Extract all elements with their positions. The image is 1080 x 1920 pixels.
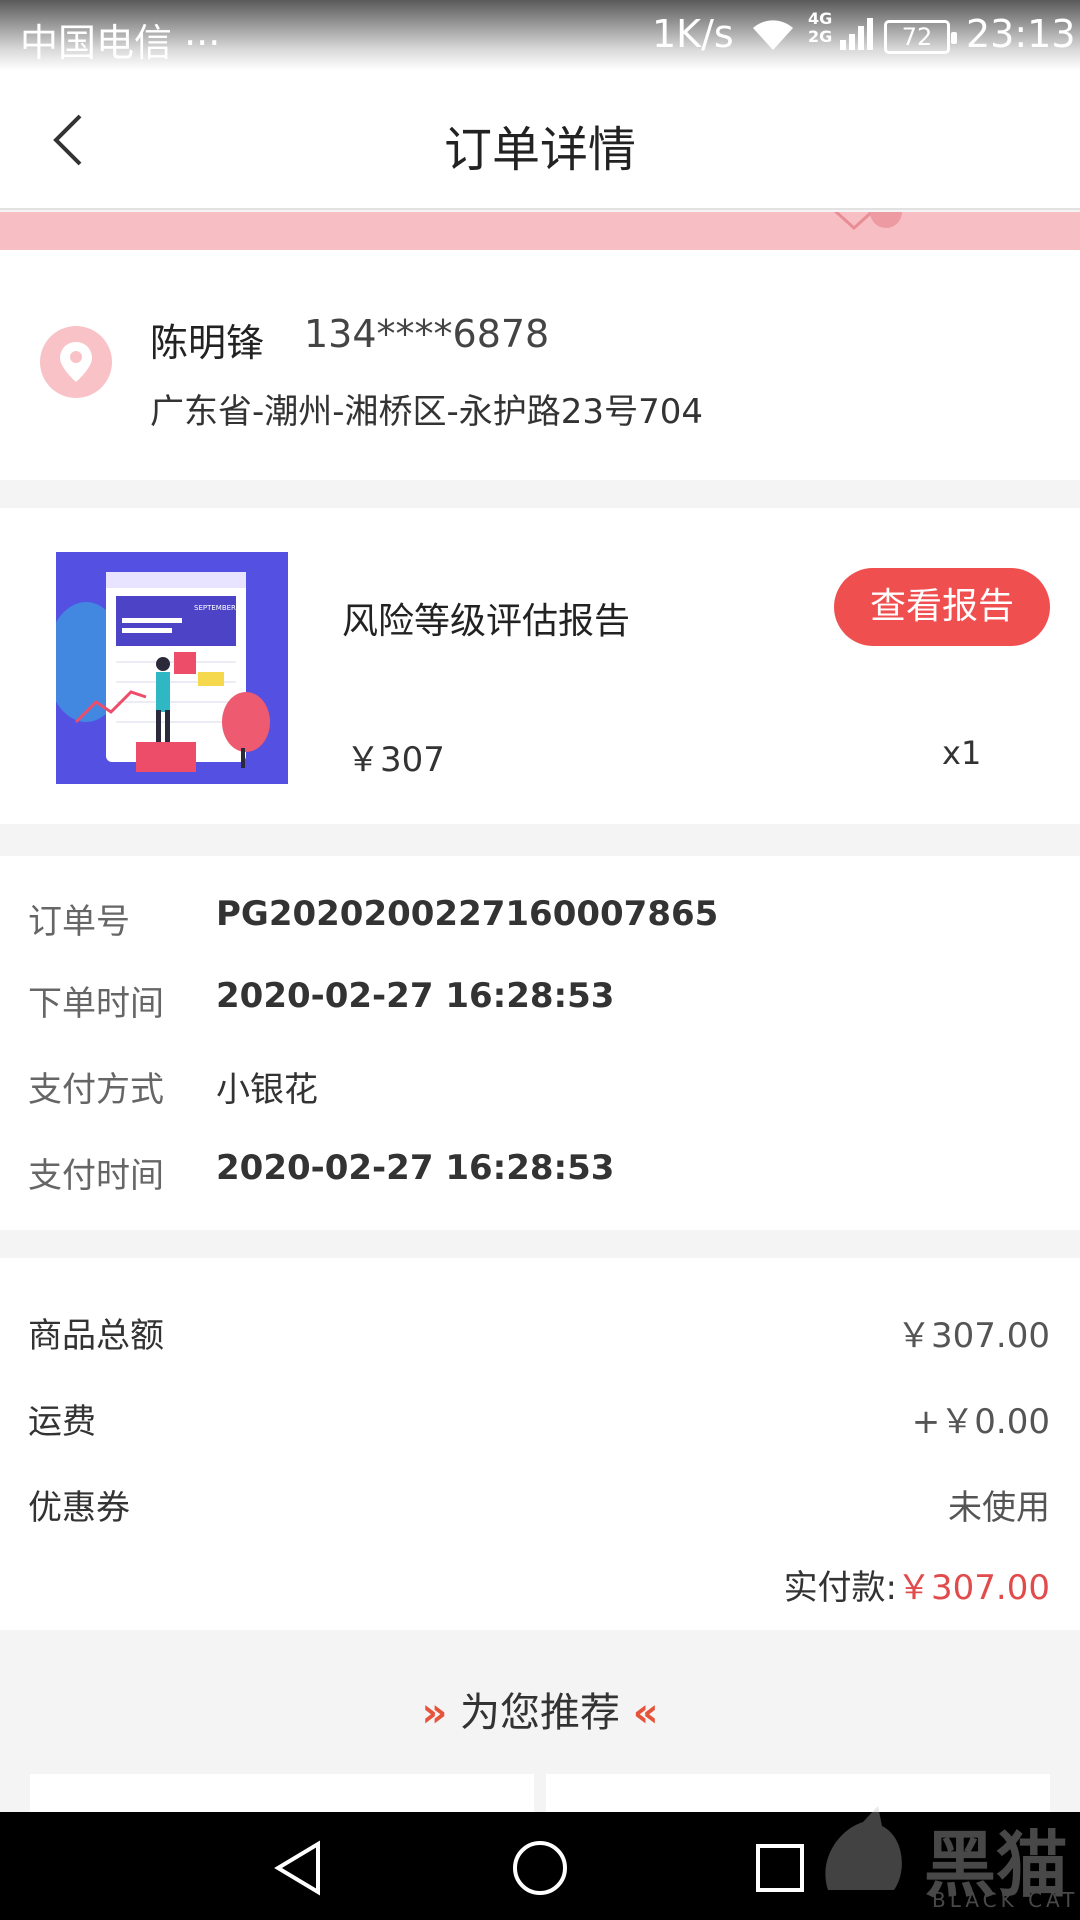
header: 订单详情 [0, 70, 1080, 210]
order-number-value[interactable]: PG2020200227160007865 [216, 894, 718, 934]
payment-time-value: 2020-02-27 16:28:53 [216, 1148, 615, 1188]
recommend-title: 为您推荐 [460, 1690, 620, 1736]
watermark: 黑猫 BLACK CAT [808, 1800, 1080, 1920]
product-price: ￥307 [346, 740, 445, 780]
receiver-address: 广东省-潮州-湘桥区-永护路23号704 [150, 392, 703, 432]
payment-method-value: 小银花 [216, 1070, 318, 1110]
double-chevron-right-icon: » [421, 1690, 448, 1736]
payment-method-row: 支付方式 小银花 [0, 1062, 1080, 1122]
shipping-value: +￥0.00 [911, 1402, 1050, 1442]
view-report-button[interactable]: 查看报告 [834, 568, 1050, 646]
order-info-section: 订单号 PG2020200227160007865 下单时间 2020-02-2… [0, 856, 1080, 1230]
clock: 23:13 [966, 12, 1076, 56]
product-thumbnail[interactable]: SEPTEMBER [56, 552, 288, 784]
watermark-subtext: BLACK CAT [932, 1888, 1079, 1912]
amount-label: 商品总额 [28, 1316, 164, 1356]
nav-home-icon[interactable] [508, 1836, 572, 1900]
info-label: 订单号 [28, 902, 130, 942]
info-label: 支付方式 [28, 1070, 164, 1110]
wifi-icon [753, 20, 793, 50]
recommend-heading: » 为您推荐 « [0, 1680, 1080, 1738]
nav-back-icon[interactable] [268, 1836, 332, 1900]
payment-time-row: 支付时间 2020-02-27 16:28:53 [0, 1148, 1080, 1208]
recommend-section: » 为您推荐 « [0, 1630, 1080, 1834]
thumb-word: SEPTEMBER [194, 604, 236, 612]
carrier-label: 中国电信 ··· [20, 21, 221, 65]
amount-label: 优惠券 [28, 1488, 130, 1528]
amount-section: 商品总额 ￥307.00 运费 +￥0.00 优惠券 未使用 实付款:￥307.… [0, 1258, 1080, 1630]
product-name: 风险等级评估报告 [342, 601, 631, 642]
paid-value: ￥307.00 [897, 1568, 1050, 1608]
amount-label: 运费 [28, 1402, 96, 1442]
info-label: 下单时间 [28, 984, 164, 1024]
battery-indicator: 72 [884, 20, 957, 54]
paid-amount: 实付款:￥307.00 [784, 1560, 1050, 1609]
network-speed: 1K/s [652, 12, 734, 56]
decoration-icon [833, 212, 902, 231]
location-pin-icon [40, 326, 112, 398]
banner-strip [0, 212, 1080, 250]
coupon-row[interactable]: 优惠券 未使用 [0, 1480, 1080, 1540]
receiver-phone: 134****6878 [304, 312, 550, 356]
receiver-name: 陈明锋 [150, 321, 265, 365]
shipping-row: 运费 +￥0.00 [0, 1394, 1080, 1454]
goods-total-row: 商品总额 ￥307.00 [0, 1308, 1080, 1368]
report-illustration: SEPTEMBER [56, 552, 288, 784]
nav-recents-icon[interactable] [748, 1836, 812, 1900]
network-type: 4G 2G [808, 9, 833, 46]
coupon-value: 未使用 [948, 1488, 1050, 1528]
product-card: SEPTEMBER 风险等级评估报告 查看报告 ￥307 x1 [0, 508, 1080, 824]
address-card[interactable]: 陈明锋 134****6878 广东省-潮州-湘桥区-永护路23号704 [0, 250, 1080, 480]
info-label: 支付时间 [28, 1156, 164, 1196]
status-bar: 中国电信 ··· 1K/s 4G 2G 72 23:13 [0, 0, 1080, 70]
order-time-row: 下单时间 2020-02-27 16:28:53 [0, 976, 1080, 1036]
paid-label: 实付款: [783, 1568, 898, 1608]
signal-icon [840, 18, 873, 50]
double-chevron-left-icon: « [632, 1690, 659, 1736]
page-title: 订单详情 [443, 122, 636, 178]
order-number-row: 订单号 PG2020200227160007865 [0, 894, 1080, 954]
order-time-value: 2020-02-27 16:28:53 [216, 976, 615, 1016]
cat-logo-icon [825, 1806, 902, 1890]
product-quantity: x1 [942, 734, 982, 772]
goods-total-value: ￥307.00 [897, 1316, 1050, 1356]
